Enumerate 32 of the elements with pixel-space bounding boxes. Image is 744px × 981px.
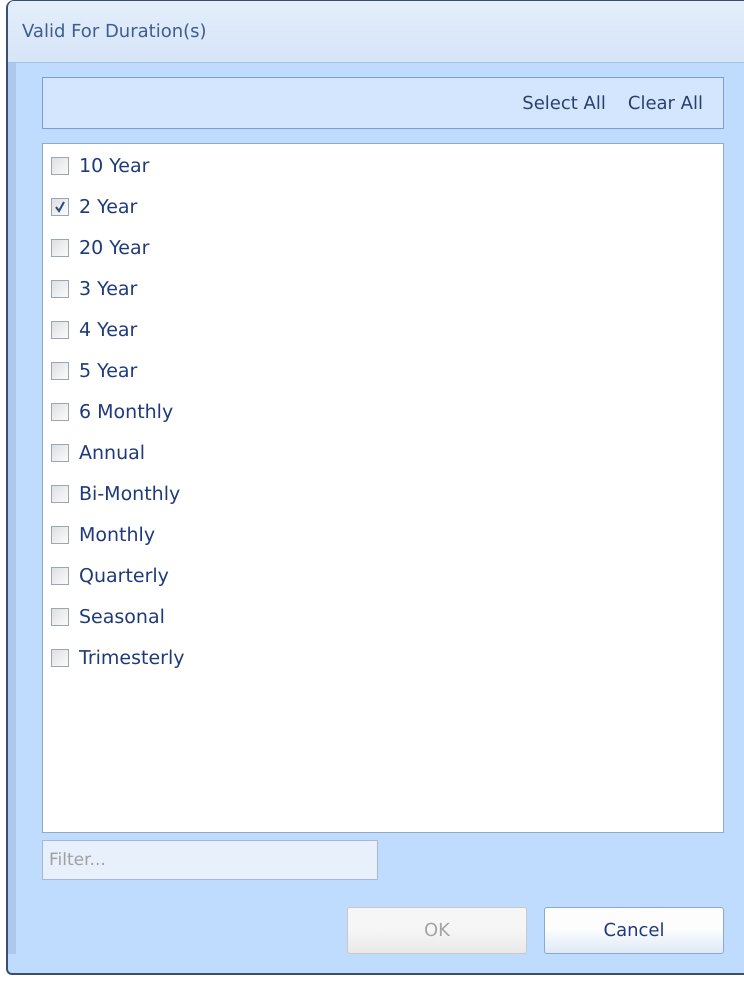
checkbox[interactable] [51,402,69,420]
checkbox[interactable] [51,198,69,216]
toolbar-action[interactable]: Clear All [628,90,703,116]
checkbox[interactable] [51,320,69,338]
checkbox[interactable] [51,238,69,256]
checkbox[interactable] [51,484,69,502]
option-label: Annual [79,442,146,464]
dialog-button[interactable]: Cancel [544,907,724,954]
option-label: Trimesterly [79,646,184,668]
option-label: Quarterly [79,564,169,586]
checkbox[interactable] [51,280,69,298]
option-label: 10 Year [79,154,150,176]
filter-field[interactable]: Filter... [42,840,378,880]
checkbox[interactable] [51,444,69,462]
option-label: 5 Year [79,360,138,382]
option-label: 3 Year [79,278,138,300]
checkbox[interactable] [51,156,69,174]
checkbox[interactable] [51,362,69,380]
checkbox[interactable] [51,648,69,666]
checkbox[interactable] [51,566,69,584]
window-title: Valid For Duration(s) [8,1,744,63]
option-label: 4 Year [79,318,138,340]
checkmark-icon [54,200,66,212]
option-label: 2 Year [79,196,138,218]
checkbox[interactable] [51,526,69,544]
toolbar-action[interactable]: Select All [522,90,606,116]
option-label: Monthly [79,524,156,546]
checkbox[interactable] [51,608,69,626]
option-label: 20 Year [79,236,150,258]
option-label: Seasonal [79,606,165,628]
option-label: Bi-Monthly [79,482,180,504]
option-label: 6 Monthly [79,400,174,422]
